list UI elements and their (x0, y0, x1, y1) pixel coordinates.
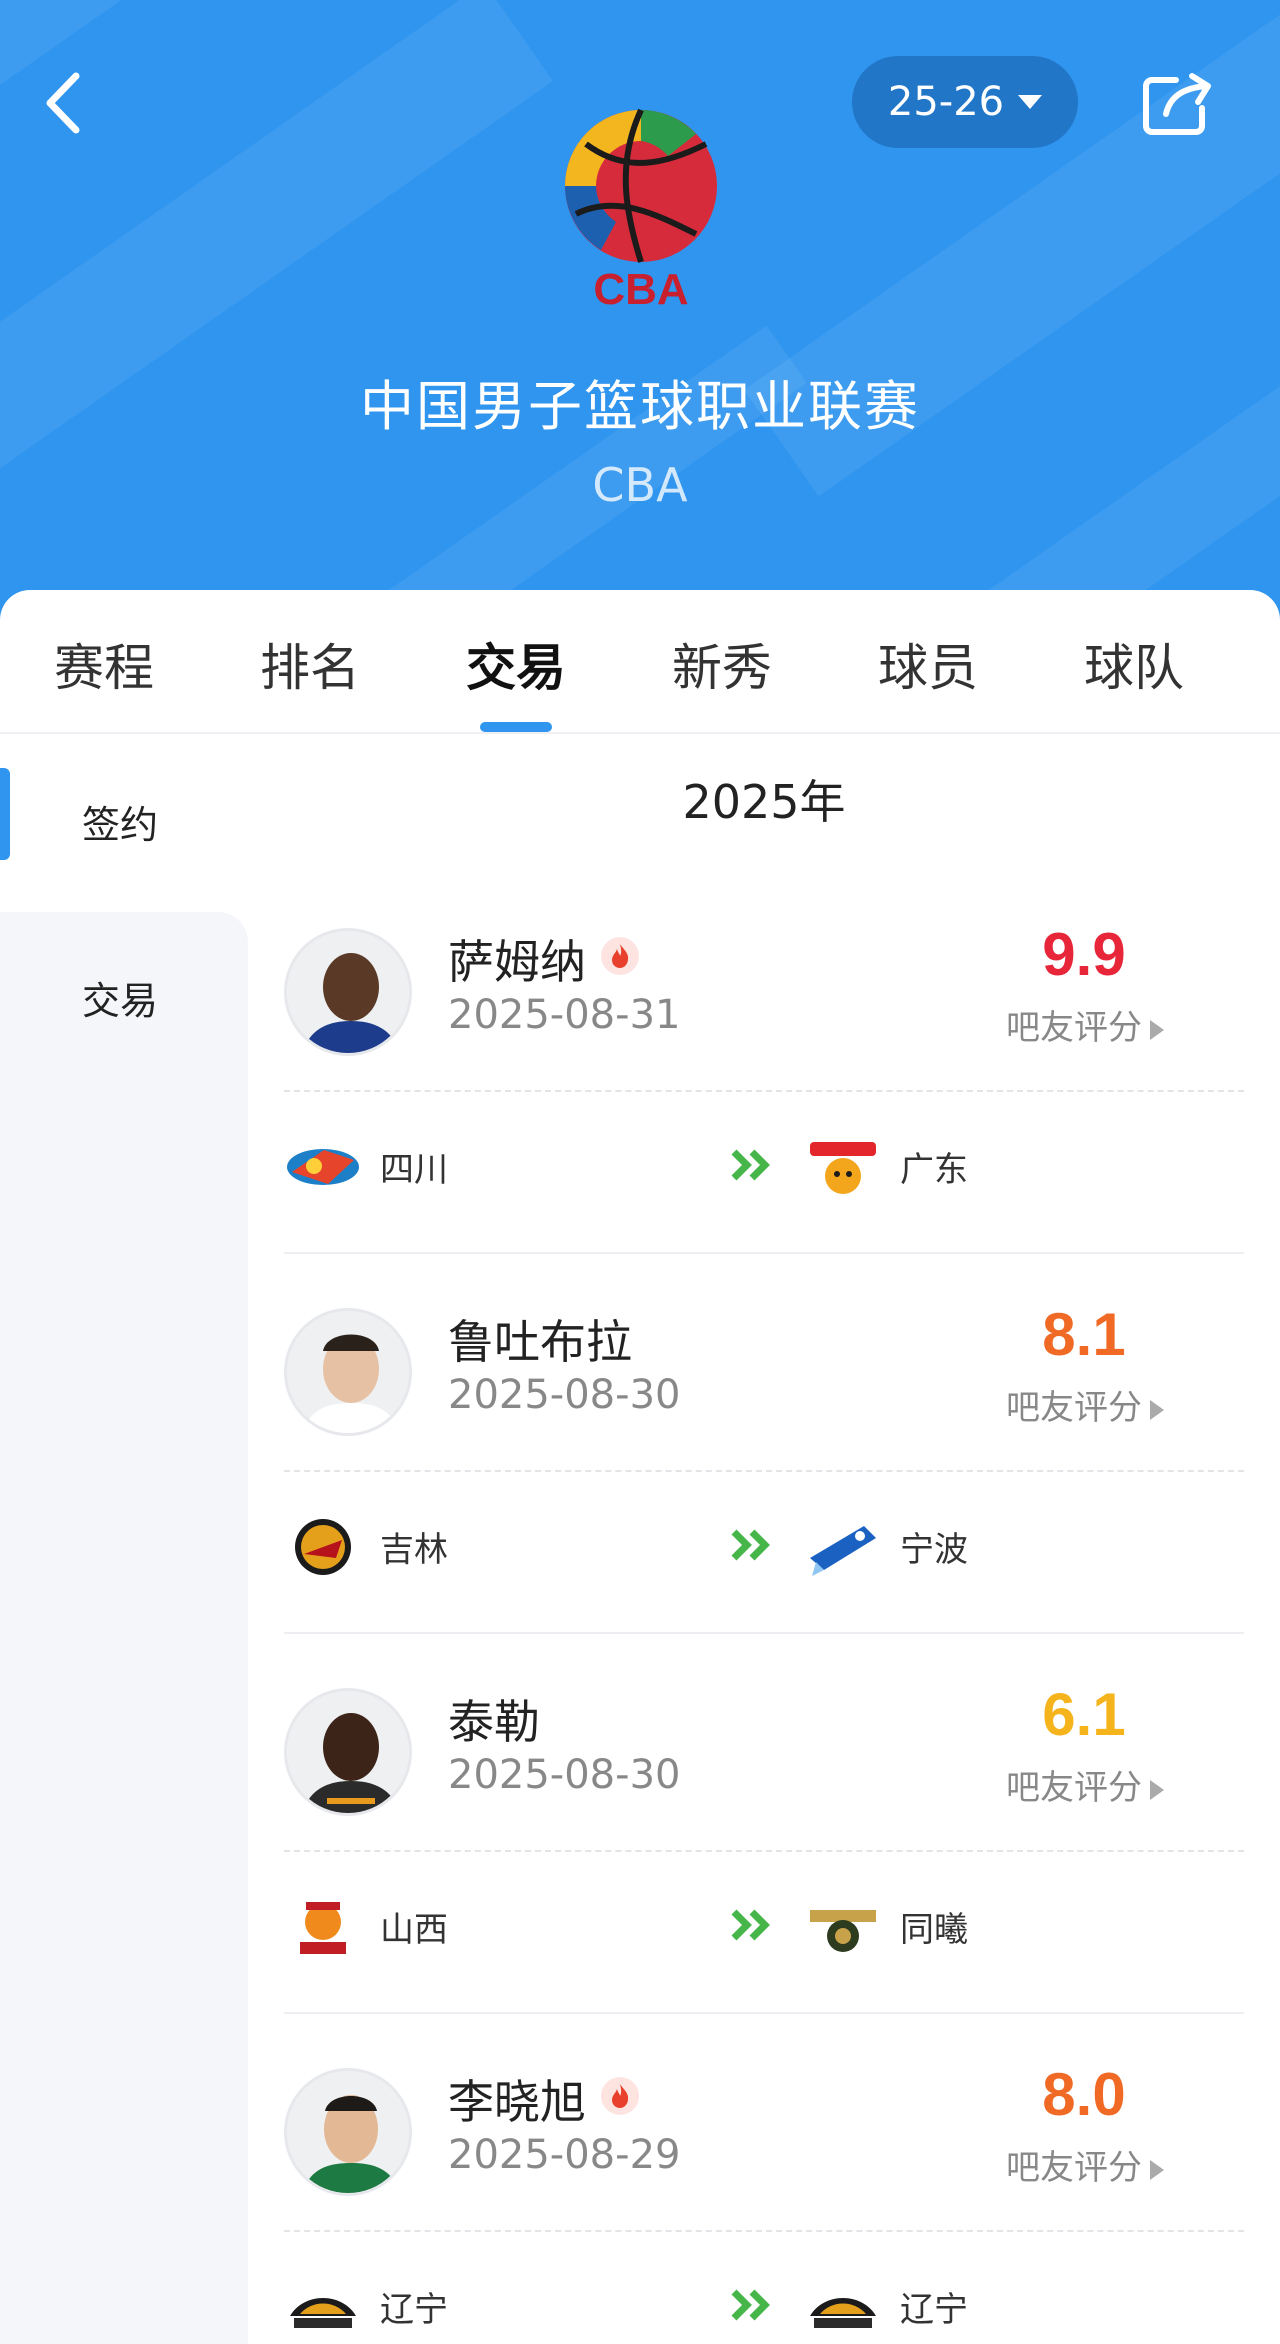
team-logo-ningbo (810, 1526, 876, 1576)
chevron-left-icon (46, 72, 80, 134)
to-team-name: 同曦 (900, 1910, 968, 1950)
sidebar-item-trades[interactable]: 交易 (0, 912, 248, 1088)
year-heading: 2025年 (682, 775, 846, 829)
team-logo-liaoning (810, 2298, 876, 2328)
tab-active-indicator (480, 722, 552, 732)
team-logo-liaoning (290, 2298, 356, 2328)
share-button[interactable] (1140, 70, 1216, 138)
tab-schedule[interactable]: 赛程 (24, 628, 184, 700)
player-avatar (284, 928, 412, 1056)
player-row[interactable]: 鲁吐布拉 2025-08-30 8.1 吧友评分 (284, 1286, 1244, 1456)
transfer-row: 四川 广东 (284, 1092, 1244, 1238)
transaction-date: 2025-08-30 (448, 1372, 681, 1418)
list-item: 李晓旭 2025-08-29 8.0 吧友评分 辽宁 辽宁 (284, 2046, 1244, 2344)
sidebar-background (0, 912, 248, 2344)
player-name: 鲁吐布拉 (448, 1315, 632, 1369)
transfer-row: 辽宁 辽宁 (284, 2232, 1244, 2344)
player-avatar (284, 1308, 412, 1436)
fan-rating-link[interactable]: 吧友评分 (1006, 1760, 1164, 1809)
league-abbr: CBA (592, 458, 688, 512)
season-label: 25-26 (887, 79, 1005, 125)
hot-fire-icon (601, 2077, 639, 2115)
double-chevron-right-icon (731, 1149, 770, 1181)
fan-rating-link[interactable]: 吧友评分 (1006, 2140, 1164, 2189)
fan-rating-label: 吧友评分 (1006, 1768, 1142, 1808)
player-name: 萨姆纳 (448, 935, 586, 989)
double-chevron-right-icon (731, 1909, 770, 1941)
transaction-date: 2025-08-29 (448, 2132, 681, 2178)
team-logo-shanxi (300, 1902, 346, 1954)
fan-rating-label: 吧友评分 (1006, 1008, 1142, 1048)
player-row[interactable]: 泰勒 2025-08-30 6.1 吧友评分 (284, 1666, 1244, 1836)
play-triangle-icon (1150, 2159, 1164, 2180)
tab-players[interactable]: 球员 (848, 628, 1008, 700)
to-team-name: 辽宁 (900, 2290, 968, 2330)
separator (284, 1632, 1244, 1634)
tab-teams[interactable]: 球队 (1054, 628, 1214, 700)
sidebar-item-signings[interactable]: 签约 (0, 736, 248, 912)
fan-rating-score: 9.9 (1042, 921, 1126, 988)
transaction-date: 2025-08-31 (448, 992, 681, 1038)
fan-rating-score: 8.0 (1042, 2061, 1126, 2128)
list-item: 鲁吐布拉 2025-08-30 8.1 吧友评分 吉林 宁波 (284, 1286, 1244, 1666)
separator (284, 1252, 1244, 1254)
league-title: 中国男子篮球职业联赛 (360, 375, 920, 438)
logo-text: CBA (593, 265, 688, 314)
player-row[interactable]: 萨姆纳 2025-08-31 9.9 吧友评分 (284, 906, 1244, 1076)
fan-rating-link[interactable]: 吧友评分 (1006, 1000, 1164, 1049)
player-row[interactable]: 李晓旭 2025-08-29 8.0 吧友评分 (284, 2046, 1244, 2216)
caret-down-icon (1018, 95, 1043, 109)
transaction-date: 2025-08-30 (448, 1752, 681, 1798)
sidebar-item-label: 交易 (82, 979, 159, 1023)
cba-logo: CBA (556, 104, 726, 314)
list-item: 泰勒 2025-08-30 6.1 吧友评分 山西 同曦 (284, 1666, 1244, 2046)
header-banner: 25-26 CBA 中国男子篮球职业联赛 CBA (0, 0, 1280, 640)
fan-rating-score: 8.1 (1042, 1301, 1126, 1368)
from-team-name: 吉林 (380, 1530, 448, 1570)
sidebar-active-indicator (0, 768, 10, 860)
tab-bar: 赛程 排名 交易 新秀 球员 球队 (0, 590, 1280, 734)
from-team-name: 辽宁 (380, 2290, 448, 2330)
to-team-name: 宁波 (900, 1530, 968, 1570)
team-logo-tongxi (810, 1910, 876, 1952)
tab-rookies[interactable]: 新秀 (642, 628, 802, 700)
team-logo-jilin (295, 1519, 351, 1575)
to-team-name: 广东 (900, 1150, 968, 1190)
player-name: 李晓旭 (448, 2075, 586, 2129)
player-avatar (284, 2068, 412, 2196)
team-logo-sichuan (287, 1149, 359, 1185)
hot-fire-icon (601, 937, 639, 975)
season-selector[interactable]: 25-26 (852, 56, 1078, 148)
list-item: 萨姆纳 2025-08-31 9.9 吧友评分 四川 广东 (284, 906, 1244, 1286)
fan-rating-score: 6.1 (1042, 1681, 1126, 1748)
play-triangle-icon (1150, 1019, 1164, 1040)
transfer-row: 山西 同曦 (284, 1852, 1244, 1998)
double-chevron-right-icon (731, 2289, 770, 2321)
sidebar-item-label: 签约 (82, 803, 159, 847)
separator (284, 2012, 1244, 2014)
player-avatar (284, 1688, 412, 1816)
play-triangle-icon (1150, 1779, 1164, 1800)
fan-rating-label: 吧友评分 (1006, 2148, 1142, 2188)
back-button[interactable] (40, 68, 90, 138)
player-name: 泰勒 (448, 1695, 540, 1749)
team-logo-guangdong (810, 1142, 876, 1194)
sidebar: 签约 交易 (0, 736, 248, 2344)
transfer-row: 吉林 宁波 (284, 1472, 1244, 1618)
from-team-name: 山西 (380, 1910, 448, 1950)
double-chevron-right-icon (731, 1529, 770, 1561)
play-triangle-icon (1150, 1399, 1164, 1420)
from-team-name: 四川 (380, 1150, 448, 1190)
tab-standings[interactable]: 排名 (230, 628, 390, 700)
fan-rating-link[interactable]: 吧友评分 (1006, 1380, 1164, 1429)
tab-transactions[interactable]: 交易 (436, 628, 596, 700)
share-icon (1143, 73, 1211, 135)
fan-rating-label: 吧友评分 (1006, 1388, 1142, 1428)
content-card: 赛程 排名 交易 新秀 球员 球队 签约 交易 2025年 萨姆纳 2025-0… (0, 590, 1280, 2344)
